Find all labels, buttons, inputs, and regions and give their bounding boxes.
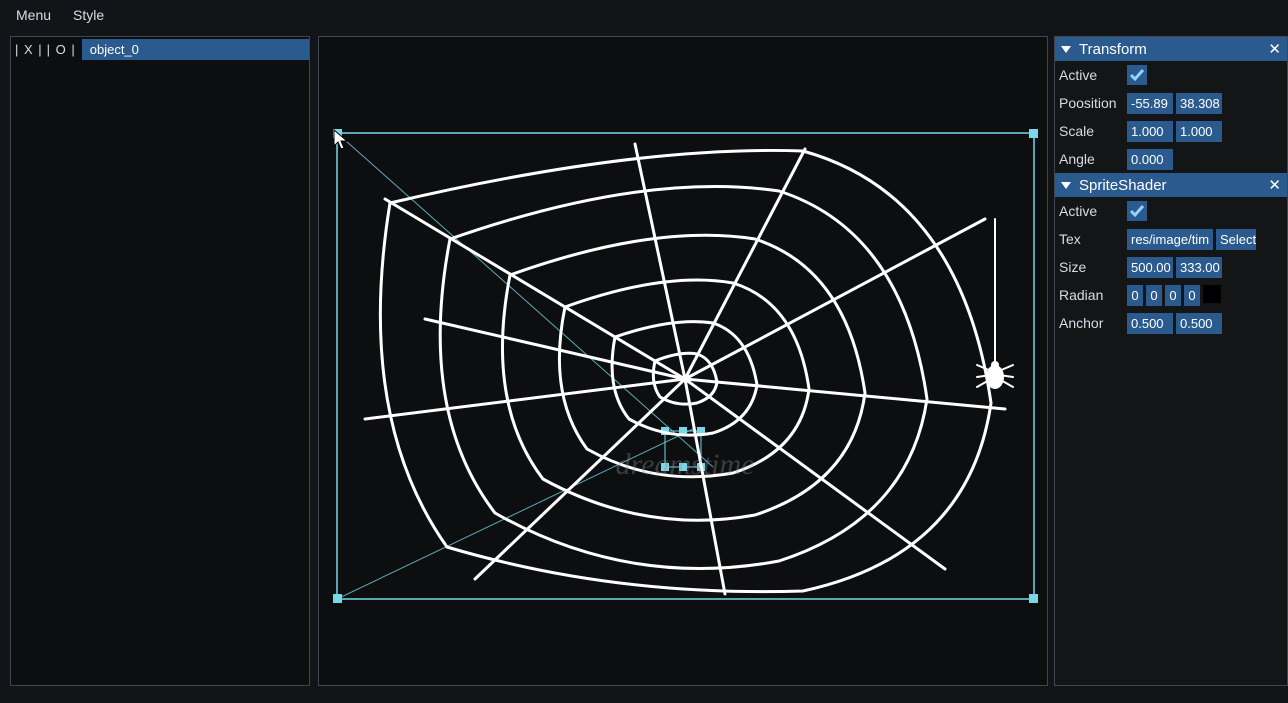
close-icon[interactable]: ✕ xyxy=(1268,176,1281,194)
sprite-preview[interactable]: dreamstime xyxy=(333,129,1038,603)
sprite-tex-row: Tex res/image/tim Select xyxy=(1055,225,1287,253)
spriteshader-header[interactable]: SpriteShader ✕ xyxy=(1055,173,1287,197)
size-label: Size xyxy=(1059,259,1127,275)
anchor-y-field[interactable]: 0.500 xyxy=(1176,313,1222,334)
viewport-panel[interactable]: dreamstime xyxy=(318,36,1048,686)
radian-1-field[interactable]: 0 xyxy=(1146,285,1162,306)
position-x-field[interactable]: -55.89 xyxy=(1127,93,1173,114)
transform-header[interactable]: Transform ✕ xyxy=(1055,37,1287,61)
workspace: | X | | O | object_0 xyxy=(10,36,1278,696)
transform-scale-row: Scale 1.000 1.000 xyxy=(1055,117,1287,145)
scale-x-field[interactable]: 1.000 xyxy=(1127,121,1173,142)
radian-2-field[interactable]: 0 xyxy=(1165,285,1181,306)
sprite-radian-row: Radian 0 0 0 0 xyxy=(1055,281,1287,309)
collapse-icon[interactable] xyxy=(1061,46,1071,53)
collapse-icon[interactable] xyxy=(1061,182,1071,189)
menu-menu[interactable]: Menu xyxy=(16,7,51,23)
position-y-field[interactable]: 38.308 xyxy=(1176,93,1222,114)
radian-color-swatch[interactable] xyxy=(1203,285,1221,303)
hierarchy-row-x[interactable]: | X | xyxy=(15,42,43,57)
transform-active-checkbox[interactable] xyxy=(1127,65,1147,85)
angle-field[interactable]: 0.000 xyxy=(1127,149,1173,170)
menubar: Menu Style xyxy=(0,0,1288,30)
tex-path-field[interactable]: res/image/tim xyxy=(1127,229,1213,250)
transform-active-row: Active xyxy=(1055,61,1287,89)
watermark-text: dreamstime xyxy=(616,448,755,481)
sprite-active-row: Active xyxy=(1055,197,1287,225)
tex-select-button[interactable]: Select xyxy=(1216,229,1256,250)
active-label: Active xyxy=(1059,203,1127,219)
active-label: Active xyxy=(1059,67,1127,83)
menu-style[interactable]: Style xyxy=(73,7,104,23)
sprite-size-row: Size 500.00 333.00 xyxy=(1055,253,1287,281)
angle-label: Angle xyxy=(1059,151,1127,167)
inspector-panel: Transform ✕ Active Poosition -55.89 38.3… xyxy=(1054,36,1288,686)
scale-label: Scale xyxy=(1059,123,1127,139)
size-x-field[interactable]: 500.00 xyxy=(1127,257,1173,278)
radian-0-field[interactable]: 0 xyxy=(1127,285,1143,306)
radian-3-field[interactable]: 0 xyxy=(1184,285,1200,306)
scale-y-field[interactable]: 1.000 xyxy=(1176,121,1222,142)
spriteshader-title: SpriteShader xyxy=(1079,177,1268,194)
transform-angle-row: Angle 0.000 xyxy=(1055,145,1287,173)
sprite-active-checkbox[interactable] xyxy=(1127,201,1147,221)
transform-title: Transform xyxy=(1079,41,1268,58)
anchor-label: Anchor xyxy=(1059,315,1127,331)
hierarchy-row[interactable]: | X | | O | object_0 xyxy=(11,37,309,61)
close-icon[interactable]: ✕ xyxy=(1268,40,1281,58)
radian-label: Radian xyxy=(1059,287,1127,303)
hierarchy-object-name[interactable]: object_0 xyxy=(82,39,309,60)
canvas-stage[interactable]: dreamstime xyxy=(333,129,1038,603)
transform-position-row: Poosition -55.89 38.308 xyxy=(1055,89,1287,117)
anchor-x-field[interactable]: 0.500 xyxy=(1127,313,1173,334)
position-label: Poosition xyxy=(1059,95,1127,111)
hierarchy-panel: | X | | O | object_0 xyxy=(10,36,310,686)
hierarchy-row-o[interactable]: | O | xyxy=(47,42,76,57)
sprite-anchor-row: Anchor 0.500 0.500 xyxy=(1055,309,1287,337)
tex-label: Tex xyxy=(1059,231,1127,247)
size-y-field[interactable]: 333.00 xyxy=(1176,257,1222,278)
